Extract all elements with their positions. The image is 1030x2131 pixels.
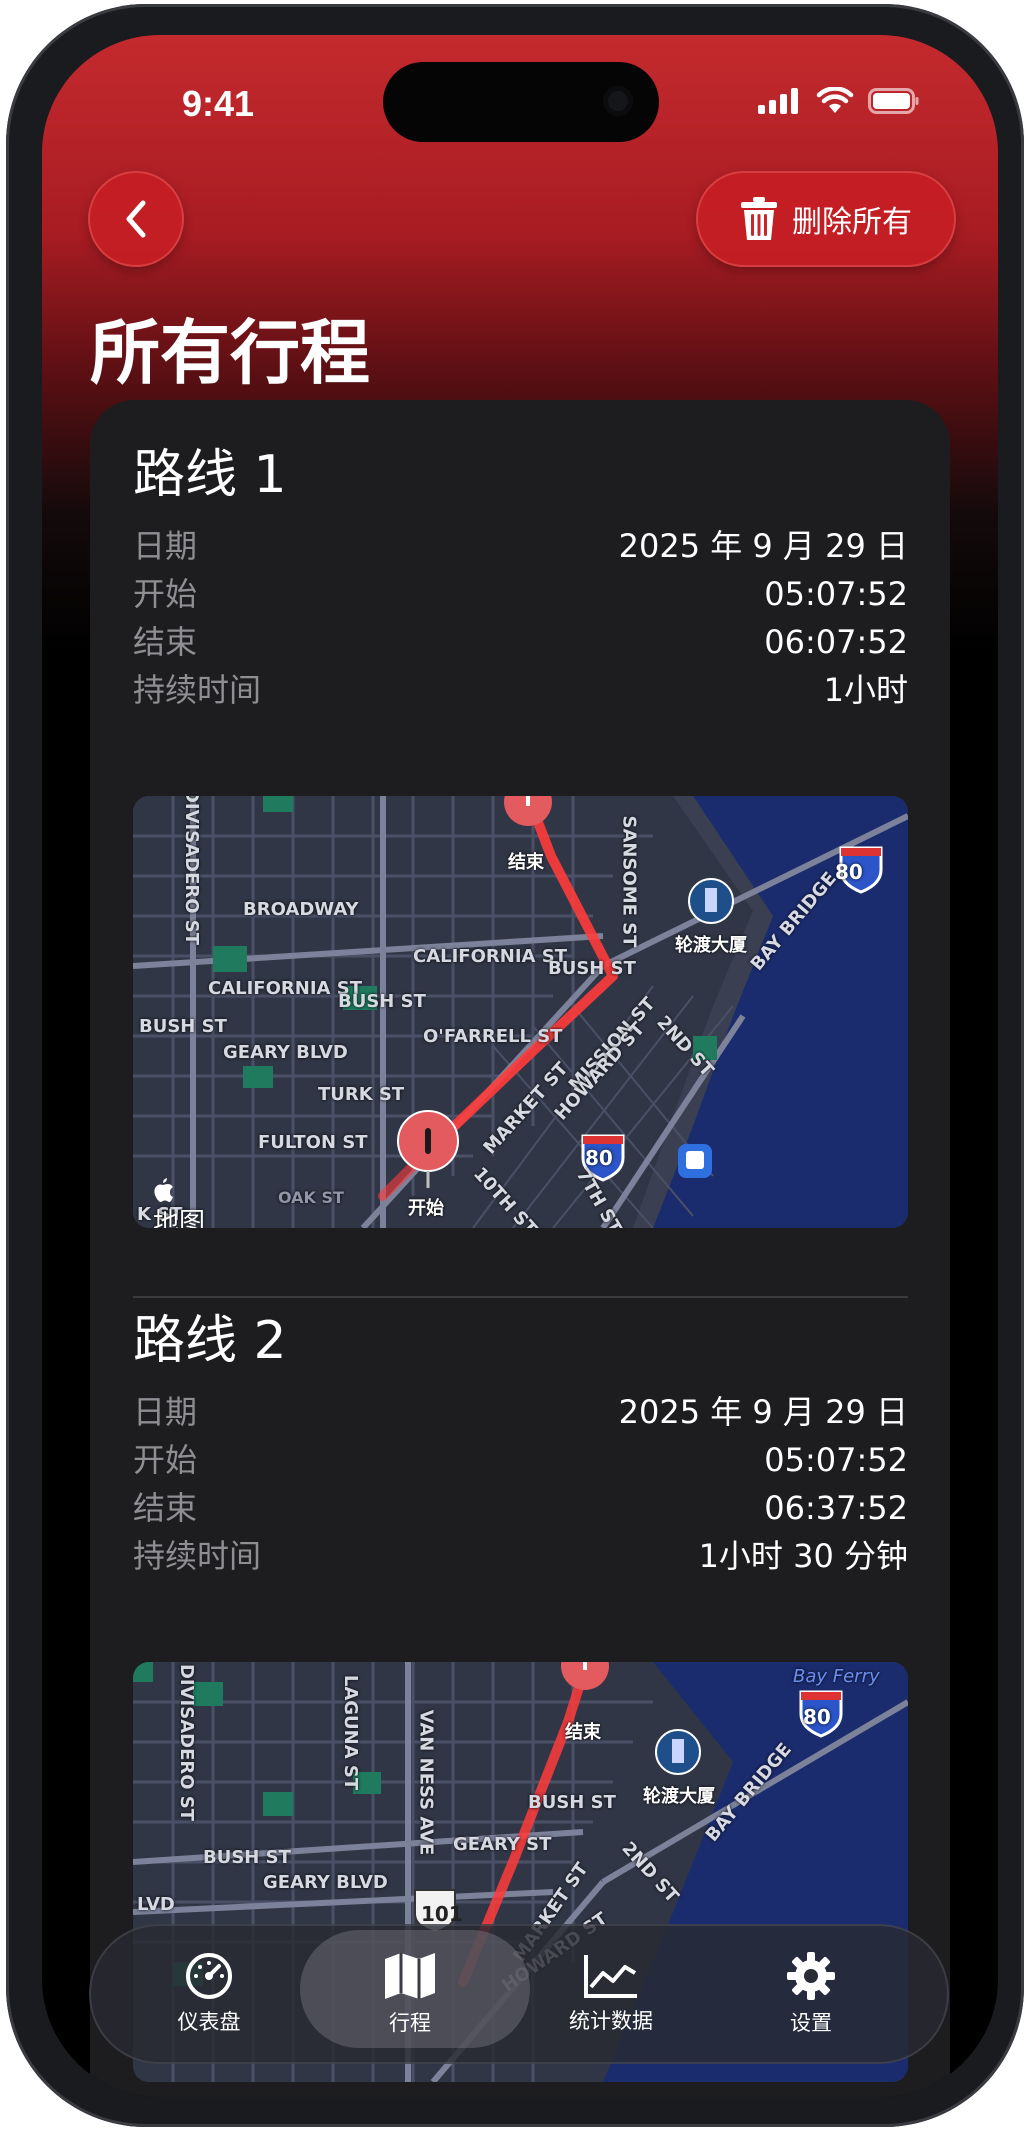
tab-dashboard[interactable]: 仪表盘	[109, 1924, 309, 2064]
row-key: 开始	[133, 1441, 198, 1479]
row-key: 持续时间	[133, 1537, 262, 1575]
maps-brand: 地图	[153, 1208, 206, 1228]
tab-label: 行程	[389, 2011, 431, 2035]
delete-all-label: 删除所有	[792, 205, 912, 240]
tab-label: 设置	[790, 2011, 832, 2035]
route-row-date: 日期 2025 年 9 月 29 日	[133, 522, 908, 570]
row-value: 05:07:52	[764, 1441, 908, 1479]
status-time: 9:41	[182, 83, 255, 124]
street-label: BROADWAY	[243, 899, 359, 920]
gear-icon	[787, 1952, 835, 2000]
street-label: LVD	[137, 1894, 175, 1915]
map-icon	[385, 1953, 435, 1999]
row-key: 结束	[133, 1489, 198, 1527]
cellular-signal-icon	[758, 88, 798, 114]
street-label: BUSH ST	[548, 958, 636, 979]
maps-attribution: 地图	[153, 1178, 205, 1228]
street-label: LAGUNA ST	[340, 1674, 362, 1791]
row-value: 2025 年 9 月 29 日	[618, 1393, 908, 1431]
route-1-info[interactable]: 路线 1 日期 2025 年 9 月 29 日 开始 05:07:52 结束 06:0…	[133, 440, 908, 714]
route-divider	[133, 1296, 908, 1298]
apple-logo-icon	[154, 1178, 173, 1202]
route-name: 路线 1	[133, 445, 287, 505]
page-title: 所有行程	[90, 312, 370, 394]
row-value: 05:07:52	[764, 575, 908, 613]
trash-icon	[741, 197, 777, 240]
route-row-duration: 持续时间 1小时	[133, 666, 908, 714]
route-row-date: 日期 2025 年 9 月 29 日	[133, 1388, 908, 1436]
ferry-label: 轮渡大厦	[675, 935, 747, 956]
route-1-map[interactable]: 结束 开始 轮渡大厦 80 80 BROADWAY CALIFORNIA ST …	[133, 796, 908, 1228]
end-label: 结束	[565, 1722, 601, 1743]
end-label: 结束	[508, 852, 544, 873]
street-label: GEARY ST	[453, 1834, 552, 1855]
ferry-building-icon	[655, 1729, 701, 1775]
row-value: 06:37:52	[764, 1489, 908, 1527]
row-key: 日期	[133, 1393, 198, 1431]
row-value: 1小时 30 分钟	[698, 1537, 908, 1575]
ferry-label: 轮渡大厦	[643, 1786, 715, 1807]
transit-station-icon	[678, 1144, 712, 1178]
phone-frame: 9:41 删除所有 所有行程 路线 1 日期 2025 年 9 月 29 日 开始…	[6, 4, 1024, 2127]
row-key: 结束	[133, 623, 198, 661]
street-label: BUSH ST	[528, 1792, 616, 1813]
ferry-building-icon	[688, 878, 734, 924]
street-label: DIVISADERO ST	[181, 796, 203, 946]
street-label: TURK ST	[318, 1084, 405, 1105]
row-value: 1小时	[823, 671, 908, 709]
street-label: SANSOME ST	[618, 815, 640, 948]
street-label: GEARY BLVD	[223, 1042, 348, 1063]
tab-label: 统计数据	[569, 2009, 653, 2033]
trips-card: 路线 1 日期 2025 年 9 月 29 日 开始 05:07:52 结束 06:0…	[90, 400, 950, 2097]
street-label: O'FARRELL ST	[423, 1026, 563, 1047]
wifi-icon	[816, 87, 854, 113]
delete-all-button[interactable]: 删除所有	[696, 171, 956, 267]
start-label: 开始	[408, 1198, 444, 1219]
chevron-left-icon	[126, 200, 146, 238]
row-value: 2025 年 9 月 29 日	[618, 527, 908, 565]
route-row-end: 结束 06:07:52	[133, 618, 908, 666]
street-label: BUSH ST	[139, 1016, 227, 1037]
street-label: OAK ST	[278, 1188, 344, 1207]
tab-settings[interactable]: 设置	[711, 1924, 911, 2064]
street-label: CALIFORNIA ST	[413, 946, 567, 967]
highway-label: 101	[421, 1902, 463, 1926]
tab-bar: 仪表盘 行程 统计数据 设置	[89, 1924, 949, 2064]
street-label: BUSH ST	[203, 1847, 291, 1868]
status-icons	[758, 87, 920, 115]
street-label: Bay Ferry	[793, 1666, 880, 1687]
highway-label: 80	[803, 1705, 831, 1729]
street-label: GEARY BLVD	[263, 1872, 388, 1893]
chart-line-icon	[584, 1955, 637, 1998]
row-key: 开始	[133, 575, 198, 613]
camera-icon	[603, 86, 633, 116]
route-row-duration: 持续时间 1小时 30 分钟	[133, 1532, 908, 1580]
route-row-start: 开始 05:07:52	[133, 1436, 908, 1484]
tab-label: 仪表盘	[177, 2010, 241, 2034]
route-row-start: 开始 05:07:52	[133, 570, 908, 618]
row-key: 持续时间	[133, 671, 262, 709]
gauge-icon	[186, 1953, 232, 1999]
route-2-info[interactable]: 路线 2 日期 2025 年 9 月 29 日 开始 05:07:52 结束 06:3…	[133, 1306, 908, 1580]
street-label: BUSH ST	[338, 991, 426, 1012]
back-button[interactable]	[88, 171, 184, 267]
tab-statistics[interactable]: 统计数据	[511, 1924, 711, 2064]
route-name: 路线 2	[133, 1311, 287, 1371]
route-row-end: 结束 06:37:52	[133, 1484, 908, 1532]
street-label: DIVISADERO ST	[176, 1663, 198, 1822]
street-label: VAN NESS AVE	[415, 1709, 437, 1856]
row-key: 日期	[133, 527, 198, 565]
tab-trips[interactable]: 行程	[300, 1924, 530, 2064]
dynamic-island	[383, 62, 659, 142]
battery-icon	[868, 88, 919, 114]
street-label: FULTON ST	[258, 1132, 368, 1153]
row-value: 06:07:52	[764, 623, 908, 661]
app-screen: 9:41 删除所有 所有行程 路线 1 日期 2025 年 9 月 29 日 开始…	[42, 35, 998, 2097]
